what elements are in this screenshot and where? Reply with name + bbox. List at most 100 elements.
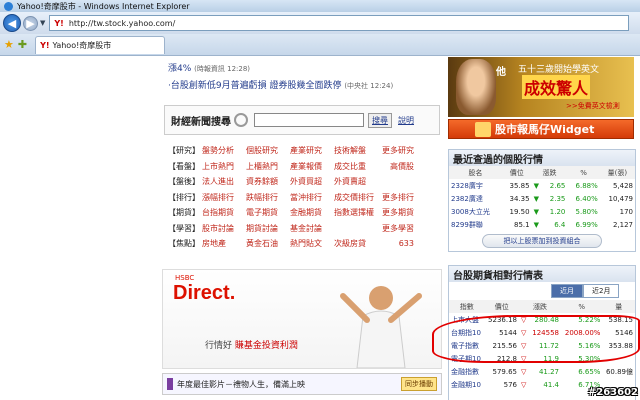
category-link[interactable]: 股市討論: [202, 223, 246, 234]
stock-name-link[interactable]: 2328廣宇: [449, 179, 502, 192]
change-pct: 6.40%: [575, 194, 598, 203]
table-row: 3008大立光 19.50 ▼ 1.20 5.80% 170: [449, 205, 635, 218]
change: 2.65: [549, 181, 566, 190]
change-pct: 5.80%: [575, 207, 598, 216]
back-button[interactable]: ◀: [3, 14, 21, 32]
page-content: 漲4% (時報資訊 12:28) ‧台股創新低9月普遍虧損 證券股幾全面跌停 (…: [0, 57, 640, 400]
english-ad-banner[interactable]: 他 五十三歲開始學英文 成效驚人 >>免費英文檢測: [448, 57, 634, 117]
link-row: 【研究】 盤勢分析 個股研究 產業研究 技術解盤 更多研究: [168, 143, 438, 159]
stock-name-link[interactable]: 3008大立光: [449, 205, 502, 218]
more-link[interactable]: 高價股: [378, 161, 414, 172]
more-link[interactable]: 更多研究: [378, 145, 414, 156]
watermark: #263602: [587, 387, 638, 398]
category-link[interactable]: 金融期貨: [290, 207, 334, 218]
col-header: 漲跌: [531, 166, 568, 179]
category-label: 【排行】: [168, 192, 200, 202]
category-link[interactable]: 上櫃熱門: [246, 161, 290, 172]
category-link[interactable]: 個股研究: [246, 145, 290, 156]
link-row: 【焦點】 房地產 黃金石油 熱門貼文 次級房貸 633: [168, 236, 438, 252]
link-row: 【期貨】 台指期貨 電子期貨 金融期貨 指數選擇權 更多期貨: [168, 205, 438, 221]
widget-banner[interactable]: 股市報馬仔Widget: [448, 119, 634, 139]
col-header: 價位: [501, 166, 532, 179]
yahoo-tab-icon: Y!: [40, 40, 50, 50]
news-title[interactable]: 漲4%: [168, 64, 191, 74]
table-header: 股名 價位 漲跌 % 量(張): [449, 166, 635, 179]
forward-button[interactable]: ▶: [23, 15, 38, 31]
news-list: 漲4% (時報資訊 12:28) ‧台股創新低9月普遍虧損 證券股幾全面跌停 (…: [168, 61, 440, 91]
widget-icon: [475, 122, 491, 137]
price: 576: [503, 380, 517, 389]
category-label: 【盤後】: [168, 177, 200, 187]
address-bar: ◀ ▶ ▼ Y! http://tw.stock.yahoo.com/: [0, 12, 640, 34]
category-link[interactable]: 熱門貼文: [290, 238, 334, 249]
change: 2.35: [549, 194, 566, 203]
category-link[interactable]: 產業研究: [290, 145, 334, 156]
box-title: 台股期貨相對行情表: [449, 266, 635, 282]
stock-name-link[interactable]: 8299群聯: [449, 218, 502, 231]
promo-button[interactable]: 同步播動: [401, 377, 437, 391]
add-to-portfolio-button[interactable]: 把以上股票加到投資組合: [482, 234, 602, 248]
category-link[interactable]: 次級房貸: [334, 238, 378, 249]
add-favorites-icon[interactable]: ✚: [18, 38, 27, 51]
hsbc-ad[interactable]: HSBC Direct. 行情好 賺基金投資利潤: [162, 269, 442, 369]
category-link[interactable]: 跌幅排行: [246, 192, 290, 203]
yahoo-favicon-icon: Y!: [54, 18, 64, 28]
category-label: 【研究】: [168, 146, 200, 156]
col-header: 指數: [449, 300, 485, 313]
category-link[interactable]: 成交價排行: [334, 192, 378, 203]
search-input[interactable]: [254, 113, 364, 127]
more-link[interactable]: 更多學習: [378, 223, 414, 234]
category-link[interactable]: 基金討論: [290, 223, 334, 234]
category-link[interactable]: 技術解盤: [334, 145, 378, 156]
tab-bar: ★ ✚ Y! Yahoo!奇摩股市: [0, 34, 640, 56]
search-icon: [234, 113, 248, 127]
category-link[interactable]: 上市熱門: [202, 161, 246, 172]
table-row: 2382廣達 34.35 ▼ 2.35 6.40% 10,479: [449, 192, 635, 205]
category-link[interactable]: 產業報價: [290, 161, 334, 172]
down-arrow-icon: ▼: [533, 207, 539, 216]
category-links: 【研究】 盤勢分析 個股研究 產業研究 技術解盤 更多研究 【看盤】 上市熱門 …: [168, 143, 438, 252]
index-name-link[interactable]: 金融期10: [449, 378, 485, 391]
category-link[interactable]: 成交比重: [334, 161, 378, 172]
category-link[interactable]: 當沖排行: [290, 192, 334, 203]
category-link[interactable]: 指數選擇權: [334, 207, 378, 218]
category-link[interactable]: 期貨討論: [246, 223, 290, 234]
category-link[interactable]: 房地產: [202, 238, 246, 249]
category-link[interactable]: 漲幅排行: [202, 192, 246, 203]
category-link[interactable]: 電子期貨: [246, 207, 290, 218]
category-link[interactable]: 盤勢分析: [202, 145, 246, 156]
news-title[interactable]: ‧台股創新低9月普遍虧損 證券股幾全面跌停: [168, 81, 341, 91]
help-link[interactable]: 說明: [398, 115, 414, 126]
more-link[interactable]: 更多排行: [378, 192, 414, 203]
index-name-link[interactable]: 金融指數: [449, 365, 485, 378]
promo-text[interactable]: 年度最佳影片－禮物人生，備滿上映: [177, 379, 305, 390]
link-row: 【看盤】 上市熱門 上櫃熱門 產業報價 成交比重 高價股: [168, 159, 438, 175]
change-pct: 6.99%: [575, 220, 598, 229]
category-link[interactable]: 法人進出: [202, 176, 246, 187]
news-item[interactable]: ‧台股創新低9月普遍虧損 證券股幾全面跌停 (中央社 12:24): [168, 78, 440, 91]
search-button[interactable]: 搜尋: [368, 112, 392, 128]
news-source: (時報資訊 12:28): [194, 65, 251, 73]
news-item[interactable]: 漲4% (時報資訊 12:28): [168, 61, 440, 74]
stock-name-link[interactable]: 2382廣達: [449, 192, 502, 205]
tab-next-month[interactable]: 近2月: [583, 284, 620, 298]
history-dropdown-icon[interactable]: ▼: [40, 19, 45, 27]
url-text: http://tw.stock.yahoo.com/: [68, 18, 176, 28]
more-link[interactable]: 更多期貨: [378, 207, 414, 218]
change-pct: 6.88%: [575, 181, 598, 190]
tab-near-month[interactable]: 近月: [551, 284, 583, 298]
category-link[interactable]: 外資買超: [290, 176, 334, 187]
category-link[interactable]: 外資賣超: [334, 176, 378, 187]
category-link[interactable]: 黃金石油: [246, 238, 290, 249]
favorites-star-icon[interactable]: ★: [4, 38, 14, 51]
change: 6.4: [554, 220, 566, 229]
url-field[interactable]: Y! http://tw.stock.yahoo.com/: [49, 15, 630, 31]
banner-sub-link[interactable]: >>免費英文檢測: [566, 101, 620, 111]
category-link[interactable]: 資券餘額: [246, 176, 290, 187]
recent-quotes-table: 股名 價位 漲跌 % 量(張) 2328廣宇 35.85 ▼ 2.65 6.88…: [449, 166, 635, 231]
table-row: 2328廣宇 35.85 ▼ 2.65 6.88% 5,428: [449, 179, 635, 192]
link-row: 【排行】 漲幅排行 跌幅排行 當沖排行 成交價排行 更多排行: [168, 190, 438, 206]
browser-tab[interactable]: Y! Yahoo!奇摩股市: [35, 35, 166, 54]
category-link[interactable]: 台指期貨: [202, 207, 246, 218]
volume: 170: [619, 207, 633, 216]
